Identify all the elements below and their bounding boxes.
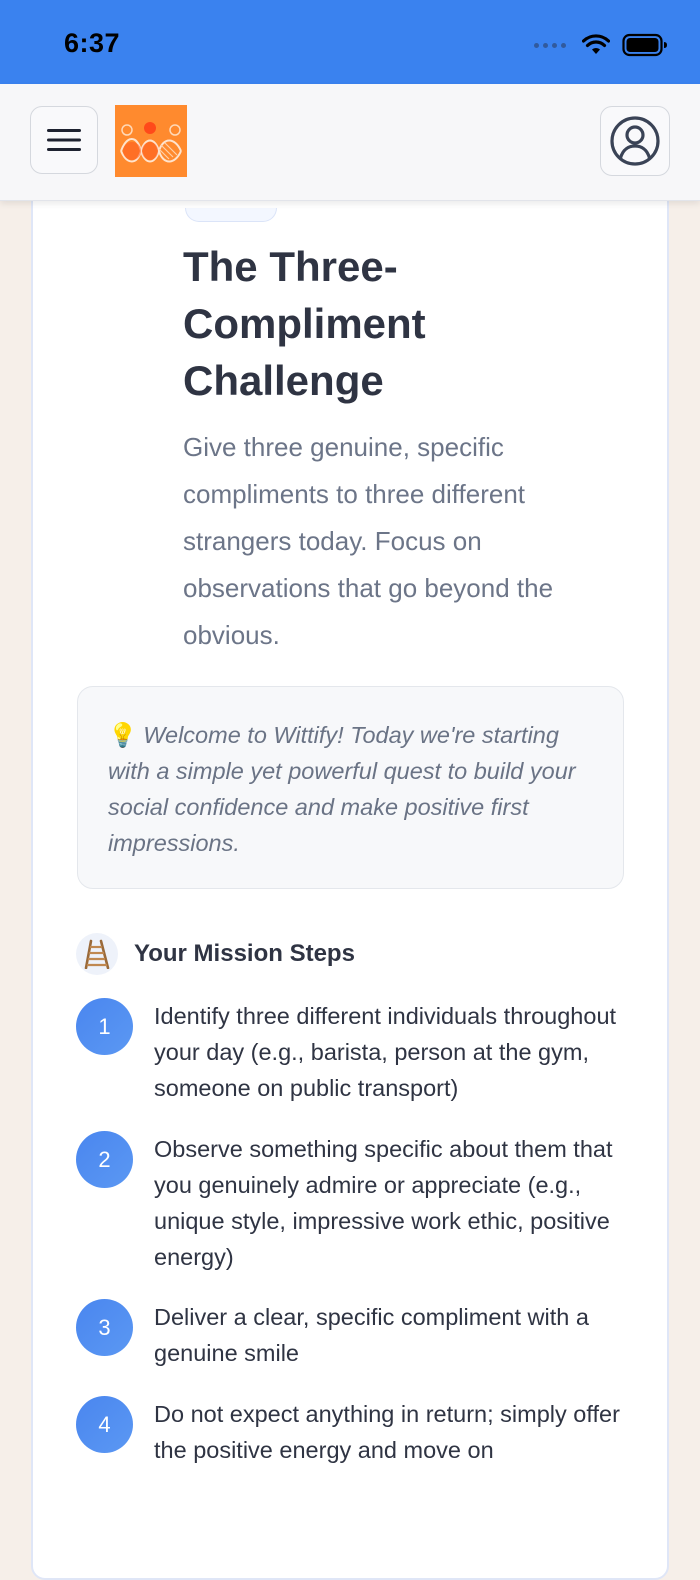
- status-icons: [534, 32, 668, 58]
- wifi-icon: [582, 34, 610, 54]
- step-number-badge: 3: [76, 1299, 133, 1356]
- ladder-icon: [76, 933, 118, 975]
- category-badge: [185, 208, 277, 222]
- welcome-message: 💡 Welcome to Wittify! Today we're startin…: [108, 717, 599, 861]
- challenge-description: Give three genuine, specific compliments…: [183, 432, 554, 650]
- profile-button[interactable]: [600, 106, 670, 176]
- welcome-callout: 💡 Welcome to Wittify! Today we're startin…: [77, 686, 624, 889]
- step-text: Do not expect anything in return; simply…: [154, 1401, 620, 1463]
- step-text: Observe something specific about them th…: [154, 1136, 613, 1270]
- step-number-badge: 2: [76, 1131, 133, 1188]
- hamburger-menu-icon: [47, 129, 81, 151]
- user-profile-icon: [610, 116, 660, 166]
- menu-button[interactable]: [30, 106, 98, 174]
- status-time: 6:37: [64, 28, 121, 58]
- status-bar: 6:37: [0, 0, 700, 84]
- lightbulb-icon: 💡: [108, 722, 138, 748]
- step-number-badge: 1: [76, 998, 133, 1055]
- mission-steps-title: Your Mission Steps: [134, 940, 355, 967]
- mission-steps-header: Your Mission Steps: [76, 933, 355, 975]
- challenge-title: The Three-Compliment Challenge: [183, 243, 426, 404]
- app-header: [0, 84, 700, 201]
- step-number-badge: 4: [76, 1396, 133, 1453]
- step-text: Identify three different individuals thr…: [154, 1003, 617, 1101]
- wittify-logo[interactable]: [115, 105, 187, 177]
- signal-dots-icon: [534, 42, 566, 48]
- welcome-text: Welcome to Wittify! Today we're starting…: [108, 722, 576, 856]
- step-text: Deliver a clear, specific compliment wit…: [154, 1304, 589, 1366]
- battery-icon: [622, 33, 667, 57]
